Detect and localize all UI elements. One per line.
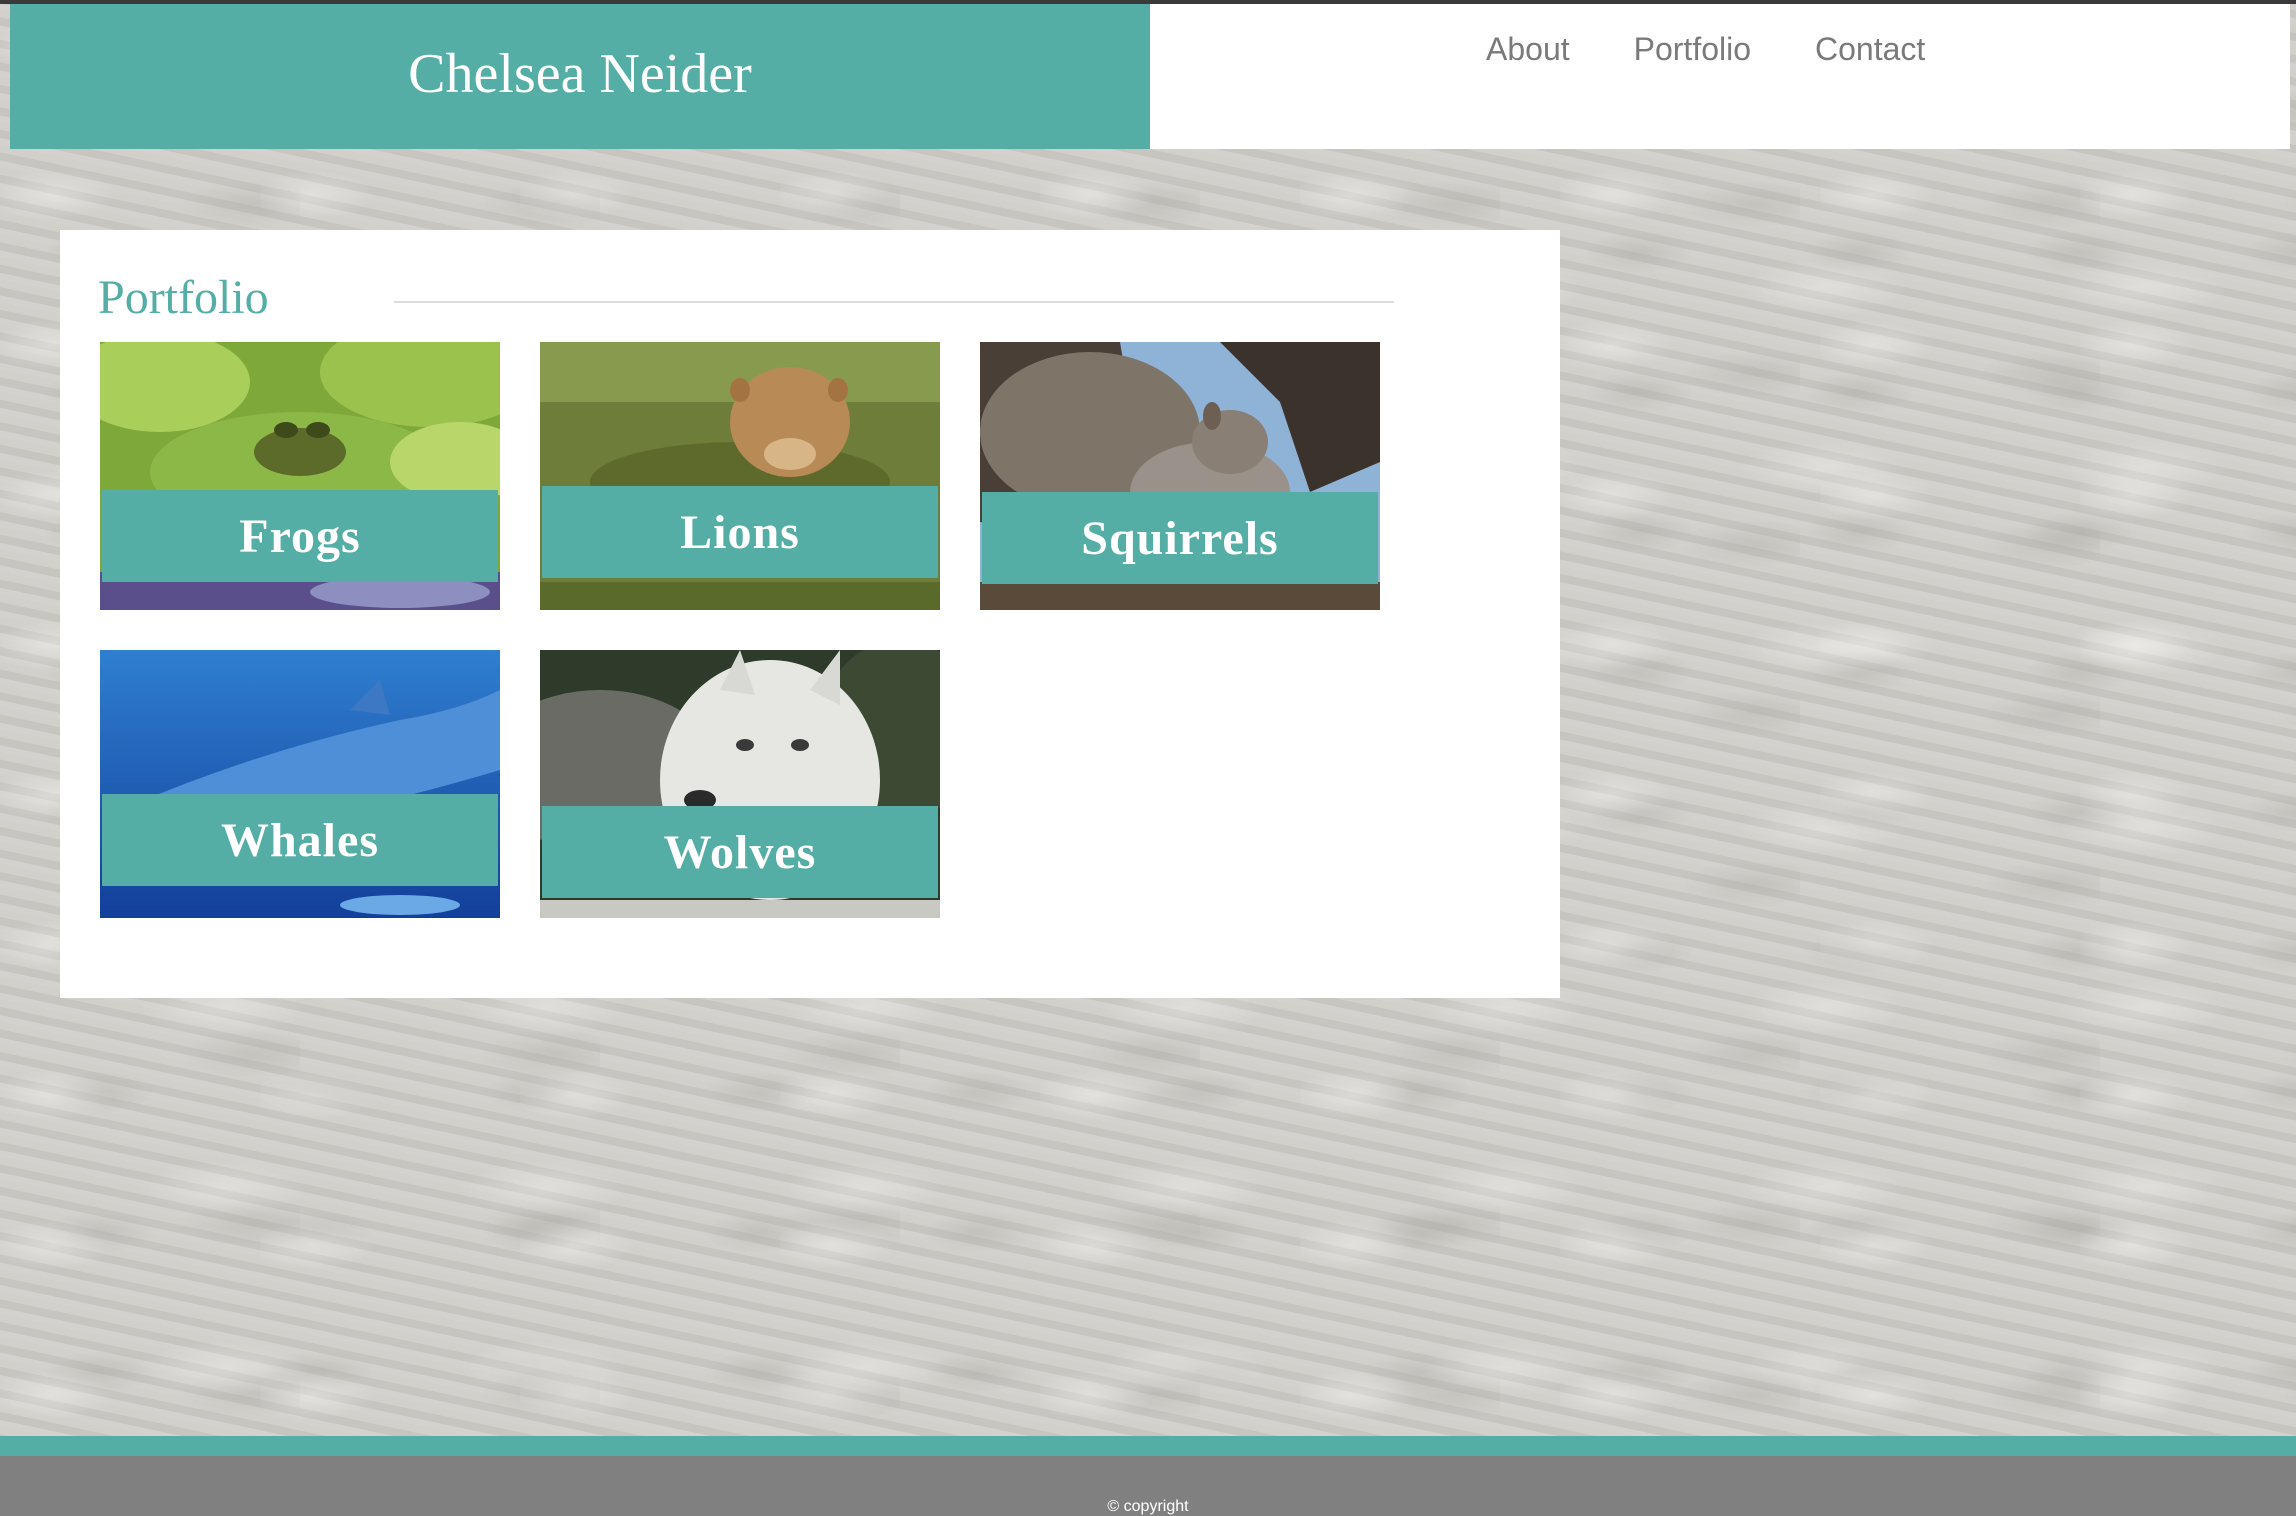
brand-block: Chelsea Neider [10, 4, 1150, 149]
tile-label-band: Lions [542, 486, 938, 578]
tile-label: Lions [680, 505, 800, 559]
portfolio-panel: Portfolio Frogs Lions Squirrels Whales W… [60, 230, 1560, 998]
copyright-text: © copyright [1107, 1498, 1189, 1515]
tile-label-band: Whales [102, 794, 498, 886]
heading-divider [394, 301, 1394, 303]
nav-contact[interactable]: Contact [1815, 24, 1925, 74]
tile-label: Wolves [663, 825, 817, 879]
portfolio-heading: Portfolio [98, 271, 269, 324]
portfolio-tile-whales[interactable]: Whales [100, 650, 500, 918]
nav-about[interactable]: About [1486, 24, 1570, 74]
tile-label: Frogs [239, 509, 361, 563]
portfolio-tile-frogs[interactable]: Frogs [100, 342, 500, 610]
main-nav: About Portfolio Contact [1486, 24, 1989, 74]
nav-portfolio[interactable]: Portfolio [1634, 24, 1751, 74]
footer-accent-stripe [0, 1436, 2296, 1456]
site-header: Chelsea Neider About Portfolio Contact [10, 4, 2290, 149]
site-title[interactable]: Chelsea Neider [10, 42, 1150, 106]
site-footer: © copyright [0, 1456, 2296, 1516]
tile-label: Squirrels [1081, 511, 1279, 565]
portfolio-tile-lions[interactable]: Lions [540, 342, 940, 610]
tile-label-band: Squirrels [982, 492, 1378, 584]
tile-label: Whales [220, 813, 379, 867]
portfolio-tile-wolves[interactable]: Wolves [540, 650, 940, 918]
tile-label-band: Frogs [102, 490, 498, 582]
tile-label-band: Wolves [542, 806, 938, 898]
portfolio-tile-squirrels[interactable]: Squirrels [980, 342, 1380, 610]
